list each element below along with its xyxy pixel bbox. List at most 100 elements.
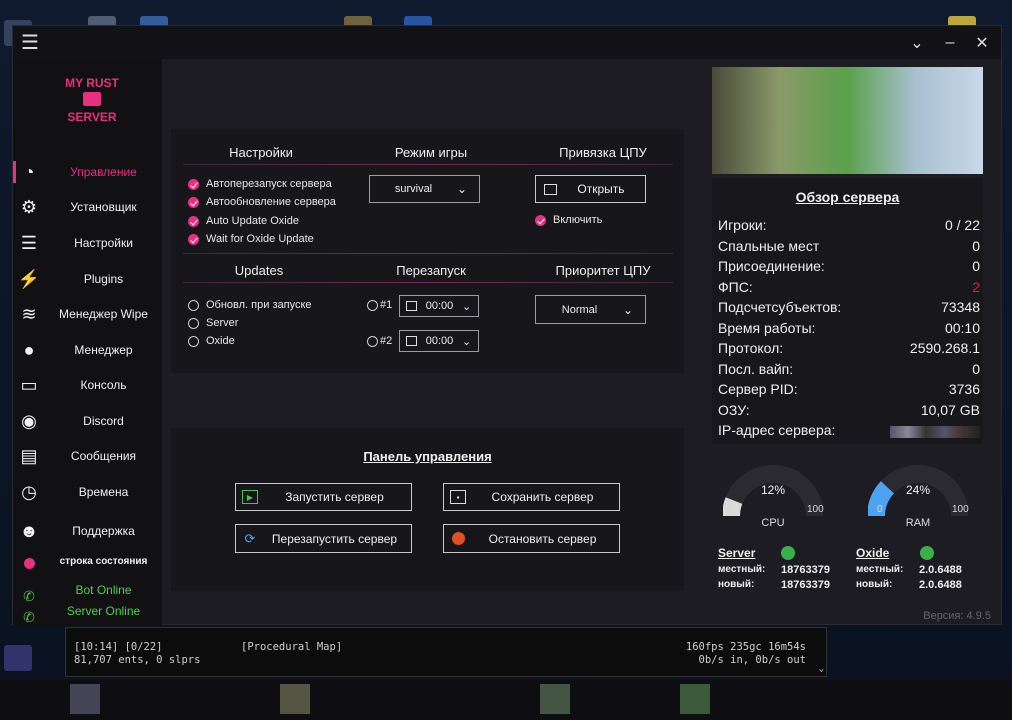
status-bar-item[interactable]: строка состояния [13, 546, 162, 576]
overview-row: Посл. вайп: 0 [718, 361, 980, 381]
app-window: ☰ ⌄ – ✕ MY RUST SERVER ◔ Управление ⚙ Устан… [12, 25, 1002, 626]
game-mode-value: survival [394, 183, 433, 195]
overview-row: Протокол: 2590.268.1 [718, 340, 980, 360]
stop-server-button[interactable]: Остановить сервер [443, 524, 620, 553]
checkbox-checked-icon [188, 196, 199, 208]
start-server-button[interactable]: ▶ Запустить сервер [235, 483, 412, 511]
taskbar-item[interactable] [680, 684, 710, 714]
overview-key: Спальные мест [718, 237, 820, 254]
sidebar-item-plug[interactable]: ⚡ Plugins [13, 262, 162, 296]
checkbox-label: Auto Update Oxide [206, 215, 299, 227]
overview-row: Сервер PID: 3736 [718, 381, 980, 401]
taskbar-item[interactable] [280, 684, 310, 714]
sliders-icon: ☰ [20, 232, 38, 253]
checkbox-checked-icon [535, 214, 546, 226]
update-oxide-radio[interactable]: Oxide [188, 335, 235, 347]
chevron-down-icon: ⌄ [462, 335, 472, 348]
sidebar-item-user[interactable]: ● Менеджер [13, 333, 162, 367]
taskbar-item[interactable] [540, 684, 570, 714]
overview-value: 0 [972, 360, 980, 377]
sidebar: MY RUST SERVER ◔ Управление ⚙ Установщик ☰ На… [13, 59, 162, 626]
button-label: Остановить сервер [488, 531, 597, 546]
overview-row: ОЗУ: 10,07 GB [718, 402, 980, 422]
sidebar-item-clock[interactable]: ◷ Времена [13, 475, 162, 509]
sidebar-item-console[interactable]: ▭ Консоль [13, 368, 162, 402]
time-value: 00:00 [425, 300, 454, 312]
save-server-button[interactable]: ▪ Сохранить сервер [443, 483, 620, 511]
overview-value: 00:10 [944, 319, 980, 336]
overview-key: ОЗУ: [718, 401, 750, 418]
divider [183, 164, 673, 165]
overview-row: Игроки: 0 / 22 [718, 217, 980, 237]
sidebar-item-support[interactable]: ☻ Поддержка [13, 514, 162, 548]
svg-text:SERVER: SERVER [67, 110, 116, 124]
restart1-time-picker[interactable]: 00:00 ⌄ [399, 295, 479, 317]
chevron-down-icon: ⌄ [457, 182, 468, 196]
sidebar-item-gear[interactable]: ⚙ Установщик [13, 190, 162, 224]
hamburger-icon[interactable]: ☰ [15, 26, 45, 59]
restart2-time-picker[interactable]: 00:00 ⌄ [399, 330, 479, 352]
console-line: [10:14] [0/22] [74, 641, 163, 653]
sidebar-item-sliders[interactable]: ☰ Настройки [13, 226, 162, 260]
desktop-icon[interactable] [4, 645, 32, 671]
server-banner-image [712, 67, 983, 174]
game-mode-header: Режим игры [394, 145, 468, 160]
console-line: 81,707 ents, 0 slprs [74, 654, 201, 666]
chevron-down-icon[interactable]: ⌄ [901, 26, 933, 59]
sidebar-item-discord[interactable]: ◉ Discord [13, 404, 162, 438]
game-mode-dropdown[interactable]: survival ⌄ [369, 175, 480, 203]
overview-key: Присоединение: [718, 258, 825, 274]
wait-oxide-checkbox[interactable]: Wait for Oxide Update [188, 233, 314, 245]
divider [183, 282, 673, 283]
checkbox-checked-icon [188, 178, 199, 190]
oxide-version-block: Oxide местный: 2.0.6488 новый: 2.0.6488 [856, 546, 981, 596]
minimize-icon[interactable]: – [934, 26, 966, 59]
sidebar-item-label: Менеджер [74, 343, 133, 357]
time-value: 00:00 [425, 335, 454, 347]
overview-row: Подсчетсубъектов: 73348 [718, 299, 980, 319]
update-server-radio[interactable]: Server [188, 317, 238, 329]
radio-icon [367, 335, 378, 347]
online-icon: ✆ [23, 608, 35, 625]
overview-value: 0 / 22 [944, 217, 980, 233]
taskbar-item[interactable] [70, 684, 100, 714]
overview-value: 10,07 GB [920, 401, 980, 418]
restart2-radio[interactable]: #2 [367, 335, 392, 347]
cpu-affinity-header: Привязка ЦПУ [559, 145, 647, 160]
update-on-start-radio[interactable]: Обновл. при запуске [188, 299, 312, 311]
settings-header: Настройки [229, 145, 293, 160]
sidebar-item-label: Plugins [83, 272, 124, 286]
discord-icon: ◉ [21, 410, 37, 431]
enable-affinity-checkbox[interactable]: Включить [535, 214, 602, 226]
restart-server-button[interactable]: ⟳ Перезапустить сервер [235, 524, 412, 553]
cpu-priority-header: Приоритет ЦПУ [555, 263, 651, 278]
local-label: местный: [718, 564, 766, 575]
server-version-title: Server [718, 546, 756, 560]
ram-gauge-value: 24% [905, 483, 931, 497]
cpu-icon [544, 183, 557, 195]
sidebar-item-gauge[interactable]: ◔ Управление [13, 155, 162, 189]
priority-dropdown[interactable]: Normal ⌄ [535, 295, 646, 324]
cpu-label: CPU [761, 517, 785, 529]
overview-value: 2 [972, 278, 980, 295]
sidebar-item-chat[interactable]: ▤ Сообщения [13, 439, 162, 473]
button-label: Запустить сервер [285, 490, 384, 504]
updates-header: Updates [234, 263, 284, 278]
overview-key: Протокол: [718, 340, 784, 356]
scroll-down-icon[interactable]: ⌄ [819, 664, 824, 674]
overview-row: Присоединение: 0 [718, 258, 980, 278]
open-affinity-button[interactable]: Открыть [535, 175, 646, 203]
radio-label: #2 [380, 335, 393, 347]
sidebar-item-layers[interactable]: ≋ Менеджер Wipe [13, 297, 162, 331]
button-label: Перезапустить сервер [271, 531, 398, 546]
restart1-radio[interactable]: #1 [367, 299, 392, 311]
auto-restart-checkbox[interactable]: Автоперезапуск сервера [188, 178, 332, 190]
calendar-icon [406, 336, 417, 346]
auto-update-server-checkbox[interactable]: Автообновление сервера [188, 196, 336, 208]
close-icon[interactable]: ✕ [966, 26, 998, 59]
overview-key: Посл. вайп: [718, 360, 794, 377]
sidebar-item-label: Сообщения [70, 449, 137, 463]
calendar-icon [406, 301, 417, 311]
overview-value: 2590.268.1 [909, 340, 980, 356]
auto-update-oxide-checkbox[interactable]: Auto Update Oxide [188, 215, 299, 227]
